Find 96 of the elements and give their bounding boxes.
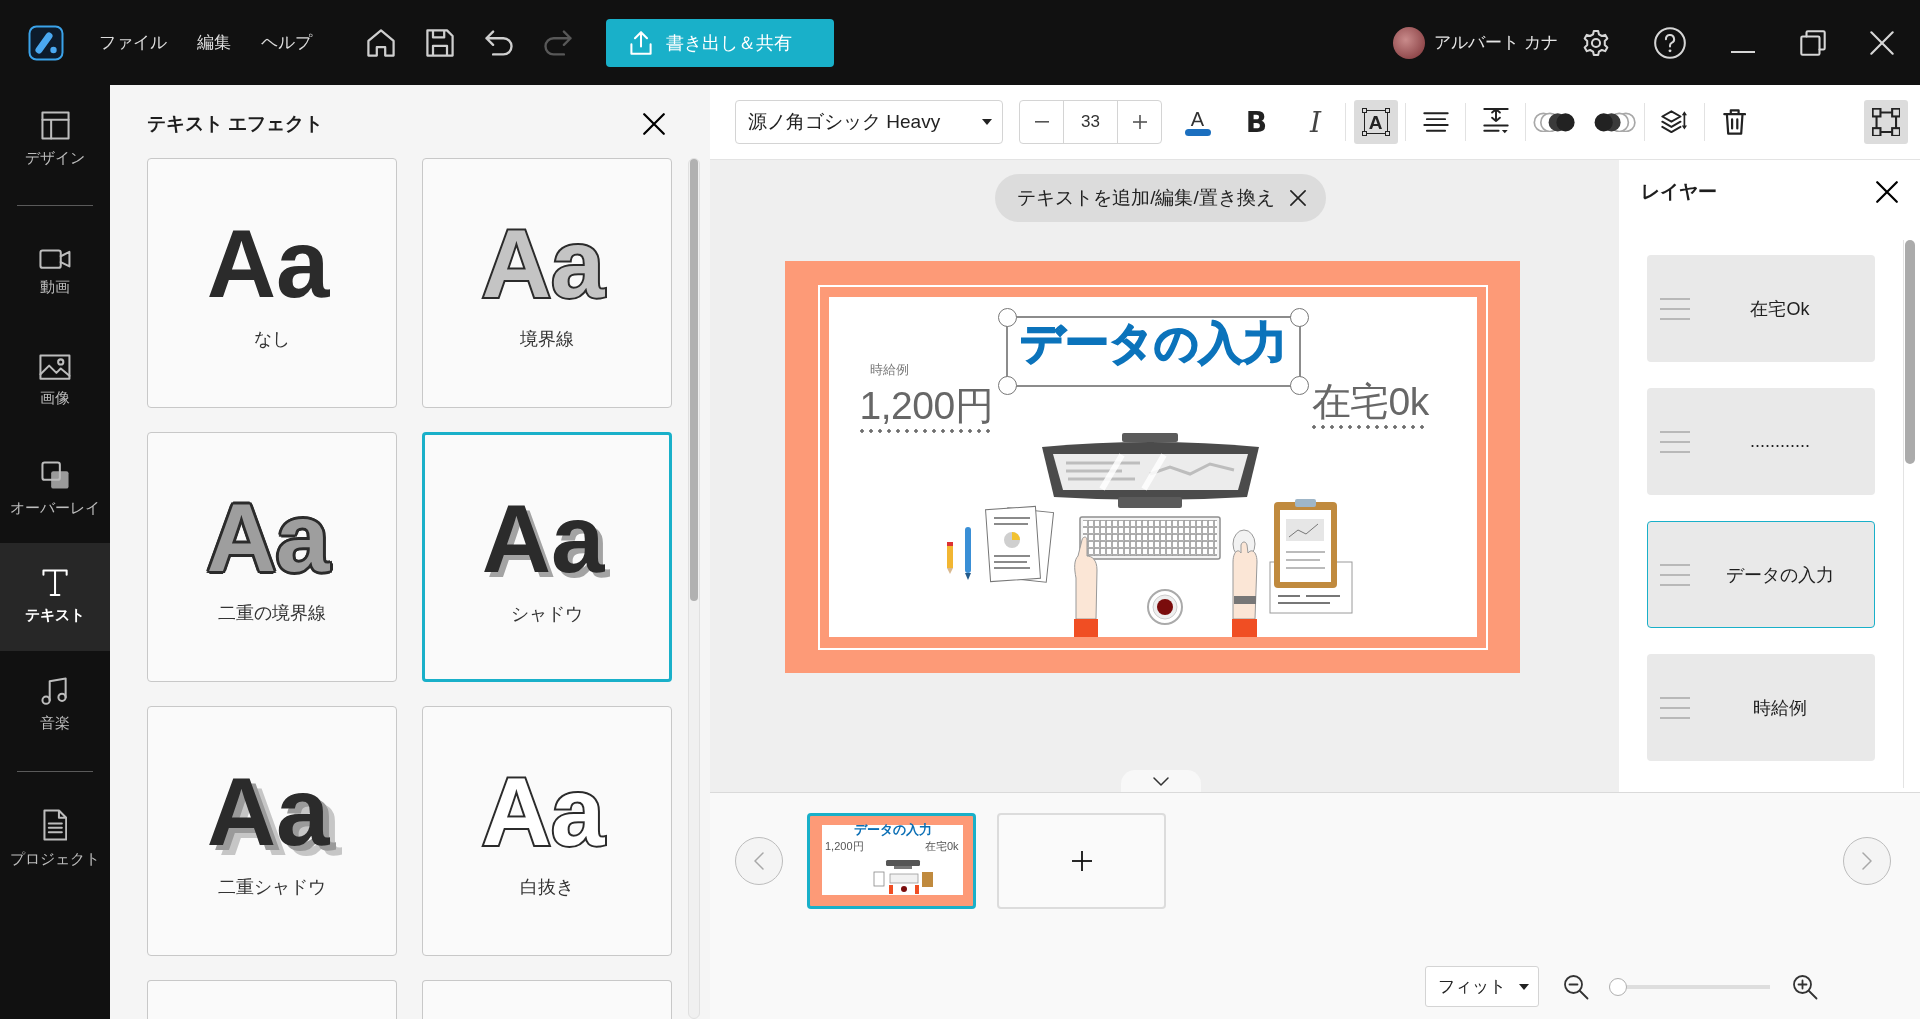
overlay-icon [40, 460, 70, 490]
overlap-circles-icon [1533, 111, 1578, 133]
nav-item[interactable]: プロジェクト [0, 785, 110, 893]
zoom-out-icon[interactable] [1563, 973, 1589, 1000]
text-color-button[interactable]: A [1175, 100, 1220, 144]
undo-icon[interactable] [485, 29, 513, 56]
pencil-drawing [946, 542, 953, 574]
figure-text[interactable]: 1,200円 [859, 384, 994, 428]
avatar-icon [1393, 26, 1426, 59]
nav-item[interactable]: 音楽 [0, 651, 110, 759]
figure-text[interactable]: 在宅0k [1311, 380, 1429, 424]
video-camera-icon [39, 248, 71, 270]
swatch-icon [1184, 128, 1211, 136]
close-icon[interactable] [1876, 181, 1898, 203]
chevron-right-icon [1862, 852, 1872, 870]
effect-preview: Aa [480, 217, 606, 311]
transform-button[interactable] [1864, 100, 1908, 144]
effect-option[interactable]: Aa なし [147, 158, 397, 408]
zoom-dropdown[interactable]: フィット [1425, 966, 1539, 1007]
effect-option[interactable]: Aa 二重シャドウ [147, 706, 397, 956]
caret-icon [982, 119, 992, 125]
menu-item[interactable]: 編集 [197, 27, 231, 58]
slider-thumb[interactable] [1609, 977, 1627, 996]
chevron-left-icon [754, 852, 764, 870]
effect-preview: Aa [205, 765, 331, 859]
music-note-icon [41, 677, 69, 705]
effect-option[interactable]: Aa 白抜き [422, 706, 672, 956]
app-logo-icon[interactable] [28, 24, 64, 61]
plus-icon [1071, 851, 1092, 871]
document-icon [42, 809, 68, 841]
layers-icon [1660, 109, 1689, 135]
slide-thumbnail[interactable]: データの入力 1,200円 在宅0k [807, 813, 976, 909]
layer-item[interactable]: ............ [1647, 388, 1875, 495]
drag-handle-icon[interactable] [1660, 430, 1690, 453]
close-icon[interactable] [1289, 190, 1306, 206]
menu-item[interactable]: ファイル [99, 27, 167, 58]
minus-icon [1034, 121, 1049, 123]
effect-option[interactable]: Aa 二重の境界線 [147, 432, 397, 682]
caption-text[interactable]: 時給例 [869, 362, 909, 378]
italic-button[interactable]: I [1293, 100, 1338, 144]
effect-preview: Aa [480, 765, 608, 859]
align-center-icon [1422, 111, 1449, 133]
save-icon[interactable] [426, 28, 454, 57]
caret-icon [1519, 983, 1529, 990]
plus-icon [1132, 115, 1147, 129]
nav-item[interactable]: デザイン [0, 85, 110, 193]
trash-icon [1722, 108, 1747, 136]
title-text[interactable]: データの入力 [1019, 318, 1287, 368]
effect-option[interactable]: Aa シャドウ [422, 432, 672, 682]
restore-icon[interactable] [1800, 29, 1826, 56]
account-button[interactable]: アルバート カナ [1393, 26, 1558, 59]
effect-option[interactable]: Aa 境界線 [422, 158, 672, 408]
text-icon [41, 569, 69, 597]
image-icon [39, 353, 71, 381]
layer-item[interactable]: 時給例 [1647, 654, 1875, 761]
effect-preview: Aa [480, 491, 606, 586]
close-icon[interactable] [643, 112, 665, 135]
text-frame-button[interactable]: A [1353, 100, 1398, 144]
font-dropdown[interactable]: 源ノ角ゴシック Heavy [735, 100, 1003, 144]
drag-handle-icon[interactable] [1660, 297, 1690, 320]
desk-illustration-drawing [872, 860, 936, 894]
minimize-icon[interactable] [1730, 50, 1756, 53]
font-size-field[interactable]: 33 [1063, 101, 1118, 143]
nav-item[interactable]: テキスト [0, 543, 110, 651]
chevron-down-icon [1153, 776, 1169, 786]
effect-preview: Aa [205, 491, 331, 585]
drag-handle-icon[interactable] [1660, 563, 1690, 586]
upload-icon [630, 30, 652, 55]
layer-item[interactable]: 在宅Ok [1647, 255, 1875, 362]
effect-preview: Aa [205, 217, 331, 311]
drag-handle-icon[interactable] [1660, 696, 1690, 719]
settings-icon[interactable] [1582, 28, 1610, 57]
line-spacing-icon [1482, 108, 1509, 136]
layer-item[interactable]: データの入力 [1647, 521, 1875, 628]
nav-item[interactable]: オーバーレイ [0, 435, 110, 543]
panel-title: レイヤー [1641, 180, 1717, 204]
coffee-cup-drawing [1146, 589, 1183, 625]
thumbnail-figure: 1,200円 [825, 840, 864, 853]
thumbnail-title: データの入力 [854, 822, 932, 837]
layout-icon [40, 110, 70, 140]
nav-item[interactable]: 画像 [0, 327, 110, 435]
scrollbar-thumb[interactable] [1905, 240, 1915, 464]
thumbnail-figure: 在宅0k [925, 840, 959, 853]
pen-drawing [964, 527, 971, 580]
nav-item[interactable]: 動画 [0, 219, 110, 327]
bounding-box-icon [1871, 107, 1901, 137]
scrollbar-thumb[interactable] [690, 159, 698, 601]
overlap-circles-icon [1592, 111, 1637, 133]
panel-title: テキスト エフェクト [147, 111, 324, 136]
hint-text: テキストを追加/編集/置き換え [1017, 186, 1275, 210]
home-icon[interactable] [367, 28, 395, 57]
help-icon[interactable] [1654, 26, 1686, 59]
menu-item[interactable]: ヘルプ [261, 27, 312, 58]
zoom-in-icon[interactable] [1792, 973, 1818, 1000]
collapse-tab[interactable] [1121, 770, 1201, 792]
bold-button[interactable]: B [1234, 100, 1279, 144]
